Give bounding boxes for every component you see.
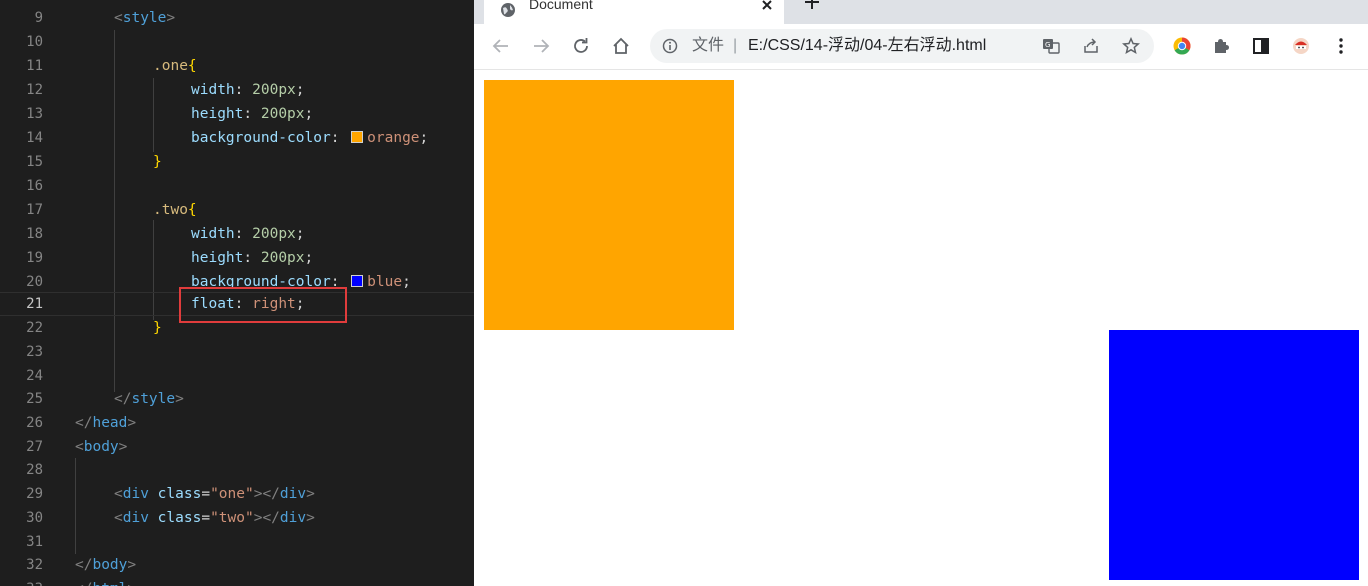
line-number: 33 — [0, 577, 43, 586]
code-line: 25 </style> — [0, 387, 474, 411]
line-number: 18 — [26, 226, 43, 242]
chrome-icon[interactable] — [1172, 36, 1192, 56]
code-text: height: 200px; — [191, 106, 314, 122]
url-text[interactable]: E:/CSS/14-浮动/04-左右浮动.html — [748, 37, 986, 55]
orange-box-one — [484, 80, 734, 330]
code-text: height: 200px; — [191, 250, 314, 266]
line-number: 30 — [26, 510, 43, 526]
code-text: <div class="two"></div> — [114, 510, 315, 526]
share-icon[interactable] — [1082, 37, 1100, 55]
address-bar[interactable]: 文件 | E:/CSS/14-浮动/04-左右浮动.html G — [650, 29, 1154, 63]
forward-arrow-icon[interactable] — [531, 36, 551, 56]
globe-icon — [501, 3, 515, 17]
line-number: 14 — [26, 130, 43, 146]
code-line: 14 background-color: orange; — [0, 126, 474, 150]
code-editor[interactable]: 9 <style> 10 11 .one{ 12 width: 200px; 1… — [0, 0, 474, 586]
blue-box-two-floated-right — [1109, 330, 1359, 580]
new-tab-plus-icon[interactable] — [804, 0, 820, 10]
code-line: 30 <div class="two"></div> — [0, 506, 474, 530]
tab-document[interactable]: Document — [484, 0, 784, 24]
translate-icon[interactable]: G — [1042, 37, 1060, 55]
profile-avatar-icon[interactable] — [1291, 36, 1311, 56]
code-line: 23 — [0, 340, 474, 364]
tab-title: Document — [529, 0, 593, 12]
more-menu-icon[interactable] — [1331, 36, 1351, 56]
line-number: 29 — [26, 486, 43, 502]
code-line: 29 <div class="one"></div> — [0, 482, 474, 506]
code-line: 17 .two{ — [0, 198, 474, 222]
code-text: background-color: orange; — [191, 130, 429, 146]
line-number: 23 — [26, 344, 43, 360]
code-text: </body> — [75, 557, 137, 573]
home-icon[interactable] — [611, 36, 631, 56]
line-number: 13 — [26, 106, 43, 122]
svg-text:G: G — [1045, 41, 1050, 49]
browser-toolbar: 文件 | E:/CSS/14-浮动/04-左右浮动.html G — [474, 24, 1368, 70]
line-number: 31 — [26, 534, 43, 550]
code-text: .two{ — [153, 202, 197, 218]
extensions-puzzle-icon[interactable] — [1211, 36, 1231, 56]
line-number: 28 — [26, 462, 43, 478]
code-line: 9 <style> — [0, 6, 474, 30]
reload-icon[interactable] — [571, 36, 591, 56]
line-number: 32 — [26, 557, 43, 573]
code-text: </head> — [75, 415, 137, 431]
code-text: } — [153, 154, 162, 170]
browser-window: Document 文件 | E:/CSS/14-浮动/04-左右浮动.html … — [474, 0, 1368, 586]
code-text: </html> — [75, 577, 136, 586]
code-line: 31 — [0, 530, 474, 554]
code-line: 26 </head> — [0, 411, 474, 435]
url-scheme-label: 文件 — [692, 37, 725, 54]
code-text: .one{ — [153, 58, 197, 74]
line-number: 11 — [26, 58, 43, 74]
code-text: width: 200px; — [191, 82, 305, 98]
line-number: 12 — [26, 82, 43, 98]
page-viewport — [474, 70, 1368, 586]
line-number: 9 — [34, 10, 43, 26]
color-swatch-orange[interactable] — [351, 131, 364, 143]
line-number: 15 — [26, 154, 43, 170]
code-line: 33 </html> — [0, 577, 474, 586]
annotation-highlight-box — [179, 287, 347, 323]
line-number: 21 — [26, 296, 43, 312]
code-line: 11 .one{ — [0, 54, 474, 78]
line-number: 10 — [26, 34, 43, 50]
code-text: width: 200px; — [191, 226, 305, 242]
code-text: </style> — [114, 391, 184, 407]
line-number: 16 — [26, 178, 43, 194]
info-icon[interactable] — [662, 38, 678, 54]
close-icon[interactable] — [760, 0, 774, 12]
code-text: <style> — [114, 10, 176, 26]
code-line: 10 — [0, 30, 474, 54]
side-panel-icon[interactable] — [1251, 36, 1271, 56]
back-arrow-icon[interactable] — [491, 36, 511, 56]
code-line: 16 — [0, 174, 474, 198]
code-line: 13 height: 200px; — [0, 102, 474, 126]
line-number: 19 — [26, 250, 43, 266]
code-line: 27 <body> — [0, 435, 474, 459]
line-number: 24 — [26, 368, 43, 384]
code-line: 19 height: 200px; — [0, 246, 474, 270]
code-line: 12 width: 200px; — [0, 78, 474, 102]
line-number: 17 — [26, 202, 43, 218]
line-number: 26 — [26, 415, 43, 431]
code-line: 28 — [0, 458, 474, 482]
line-number: 20 — [26, 274, 43, 290]
code-line: 15 } — [0, 150, 474, 174]
code-text: <div class="one"></div> — [114, 486, 315, 502]
code-text: } — [153, 320, 162, 336]
line-number: 27 — [26, 439, 43, 455]
line-number: 22 — [26, 320, 43, 336]
code-text: <body> — [75, 439, 128, 455]
star-icon[interactable] — [1122, 37, 1140, 55]
code-line: 18 width: 200px; — [0, 222, 474, 246]
code-line: 32 </body> — [0, 553, 474, 577]
color-swatch-blue[interactable] — [351, 275, 364, 287]
url-separator: | — [733, 37, 738, 54]
tab-strip: Document — [474, 0, 1368, 24]
line-number: 25 — [26, 391, 43, 407]
code-line: 24 — [0, 364, 474, 388]
